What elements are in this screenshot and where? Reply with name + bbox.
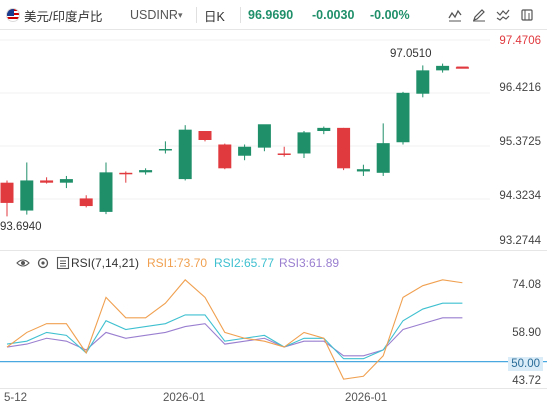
symbol-code[interactable]: USDINR (130, 0, 178, 30)
draw-icon[interactable] (470, 6, 488, 24)
candle-body (337, 127, 351, 169)
symbol-title[interactable]: 美元/印度卢比 (24, 0, 102, 30)
candle-body (396, 92, 410, 143)
candle-body (158, 148, 172, 151)
pane-divider (0, 250, 547, 251)
candle-body (20, 180, 34, 211)
candle-body (139, 170, 153, 173)
rsi2-value: RSI2:65.77 (214, 256, 275, 270)
price-change: -0.0030 (312, 8, 355, 22)
candle-body (376, 143, 390, 173)
pane-divider (0, 388, 547, 389)
candle-body (99, 172, 113, 212)
x-axis-label: 5-12 (4, 392, 28, 404)
rsi2-series-line (6, 302, 463, 360)
candle-body (297, 132, 311, 154)
candle-body (238, 146, 252, 156)
candle-body (0, 182, 14, 203)
candlestick-chart[interactable] (0, 30, 547, 250)
price-axis-label: 96.4216 (499, 82, 541, 94)
chart-toolbar: 美元/印度卢比 USDINR ▾ 日K 96.9690 -0.0030 -0.0… (0, 0, 547, 30)
rsi1-value: RSI1:73.70 (147, 256, 208, 270)
candle-body (40, 180, 54, 183)
price-axis-label: 94.3234 (499, 190, 541, 202)
toolbar-divider (196, 7, 197, 23)
candle-body (178, 129, 192, 180)
period-selector[interactable]: 日K (204, 0, 225, 30)
candle-body (119, 172, 133, 175)
price-axis-label: 95.3725 (499, 136, 541, 148)
indicator-menu-icon[interactable] (56, 256, 70, 270)
rsi-label: RSI(7,14,21) (71, 256, 140, 270)
toolbar-divider (240, 7, 241, 23)
candle-body (59, 179, 73, 183)
compare-icon[interactable] (494, 6, 512, 24)
candle-body (277, 153, 291, 155)
low-price-annotation: 93.6940 (0, 221, 42, 233)
rsi-axis-label: 50.00 (508, 357, 543, 371)
x-axis-label: 2026-01 (163, 392, 206, 404)
rsi-chart[interactable] (0, 272, 547, 387)
gear-icon[interactable] (36, 256, 50, 270)
candle-body (436, 65, 450, 71)
settings-icon[interactable] (518, 6, 536, 24)
candle-body (198, 131, 212, 140)
rsi-legend: RSI(7,14,21) RSI1:73.70 RSI2:65.77 RSI3:… (0, 254, 547, 272)
candle-body (79, 198, 93, 207)
rsi3-value: RSI3:61.89 (279, 256, 340, 270)
candle-body (317, 127, 331, 132)
rsi-axis-label: 74.08 (512, 279, 541, 291)
candle-body (218, 144, 232, 169)
high-price-annotation: 97.0510 (390, 48, 432, 60)
indicator-icon[interactable] (446, 6, 464, 24)
us-flag-icon (6, 8, 20, 22)
rsi1-series-line (6, 279, 463, 380)
candle-body (257, 124, 271, 148)
candle-body (416, 70, 430, 94)
candle-body (356, 169, 370, 172)
current-price: 96.9690 (248, 8, 294, 22)
price-axis-label: 97.4706 (499, 35, 541, 47)
eye-icon[interactable] (16, 256, 30, 270)
rsi-axis-label: 58.90 (512, 327, 541, 339)
price-axis-label: 93.2744 (499, 235, 541, 247)
symbol-dropdown-icon[interactable]: ▾ (178, 0, 183, 30)
price-change-percent: -0.00% (370, 8, 410, 22)
x-axis-label: 2026-01 (345, 392, 388, 404)
rsi-axis-label: 43.72 (512, 375, 541, 387)
